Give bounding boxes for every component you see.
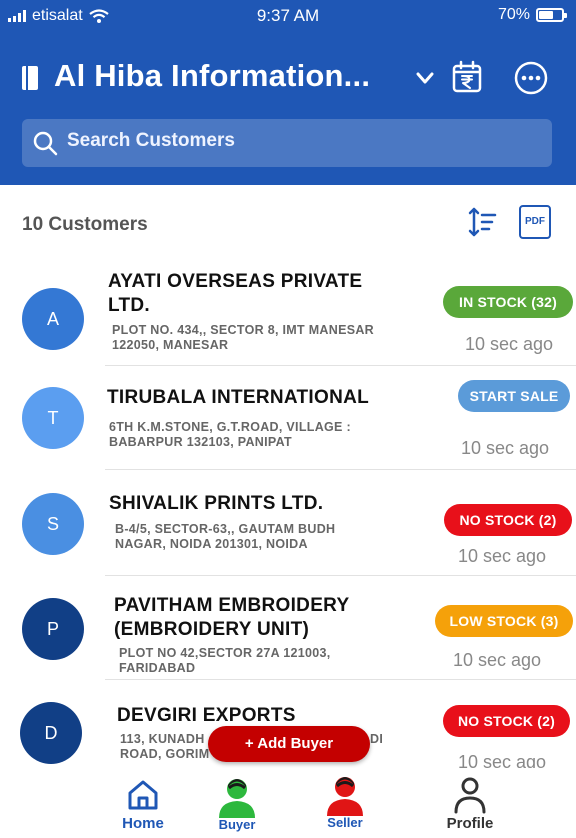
start-sale-badge[interactable]: START SALE — [458, 380, 570, 412]
stock-badge[interactable]: IN STOCK (32) — [443, 286, 573, 318]
add-buyer-button[interactable]: + Add Buyer — [208, 726, 370, 762]
timestamp: 10 sec ago — [461, 438, 550, 458]
stock-badge[interactable]: NO STOCK (2) — [443, 705, 570, 737]
avatar: A — [22, 288, 84, 350]
customer-count: 10 Customers — [22, 214, 148, 235]
book-icon — [22, 66, 38, 90]
nav-buyer-label: Buyer — [218, 817, 256, 832]
title-row: Al Hiba Information... — [0, 55, 576, 101]
avatar: P — [22, 598, 84, 660]
timestamp: 10 sec ago — [458, 546, 547, 566]
customer-address: 113, KUNADH ROAD, GORIM — [120, 732, 210, 761]
nav-home-label: Home — [122, 815, 164, 832]
profile-icon — [454, 777, 486, 814]
customer-address: B-4/5, SECTOR-63,, GAUTAM BUDH NAGAR, NO… — [115, 522, 336, 551]
search-placeholder: Search Customers — [67, 130, 235, 151]
nav-profile[interactable]: Profile — [440, 768, 500, 832]
customer-address-tail: DI — [370, 732, 384, 746]
seller-avatar-icon — [327, 777, 363, 816]
customer-address: PLOT NO. 434,, SECTOR 8, IMT MANESAR 122… — [112, 323, 374, 352]
nav-seller-label: Seller — [327, 815, 363, 830]
timestamp: 10 sec ago — [453, 650, 542, 670]
customer-name: SHIVALIK PRINTS LTD. — [109, 493, 324, 514]
chevron-down-icon[interactable] — [412, 65, 438, 91]
customer-count-row: 10 Customers PDF — [0, 200, 576, 244]
battery-icon — [536, 8, 567, 22]
customer-name: TIRUBALA INTERNATIONAL — [107, 387, 370, 408]
sort-icon[interactable] — [466, 206, 498, 238]
status-time: 9:37 AM — [256, 6, 320, 25]
customer-name: DEVGIRI EXPORTS — [117, 705, 296, 726]
status-right: 70% — [497, 6, 567, 24]
customer-name: AYATI OVERSEAS PRIVATE LTD. — [108, 271, 363, 316]
search-icon — [33, 131, 58, 156]
customer-row[interactable]: A AYATI OVERSEAS PRIVATE LTD. PLOT NO. 4… — [0, 264, 576, 366]
stock-badge[interactable]: NO STOCK (2) — [444, 504, 572, 536]
customer-address: PLOT NO 42,SECTOR 27A 121003, FARIDABAD — [119, 646, 331, 675]
app-header: etisalat 9:37 AM 70% Al Hiba Information… — [0, 0, 576, 185]
stock-badge[interactable]: LOW STOCK (3) — [435, 605, 573, 637]
nav-profile-label: Profile — [446, 815, 494, 832]
customer-row[interactable]: S SHIVALIK PRINTS LTD. B-4/5, SECTOR-63,… — [0, 470, 576, 576]
nav-seller[interactable]: Seller — [318, 768, 372, 830]
avatar: D — [20, 702, 82, 764]
nav-home[interactable]: Home — [112, 768, 174, 832]
customer-name: PAVITHAM EMBROIDERY (EMBROIDERY UNIT) — [114, 595, 350, 640]
avatar: T — [22, 387, 84, 449]
bottom-nav: Home Buyer Seller Profile — [0, 768, 576, 838]
customer-row[interactable]: P PAVITHAM EMBROIDERY (EMBROIDERY UNIT) … — [0, 576, 576, 680]
timestamp: 10 sec ago — [465, 334, 554, 354]
search-input[interactable]: Search Customers — [22, 119, 552, 167]
buyer-avatar-icon — [219, 779, 255, 818]
customer-row[interactable]: T TIRUBALA INTERNATIONAL 6TH K.M.STONE, … — [0, 366, 576, 470]
home-icon — [128, 780, 158, 810]
status-bar: etisalat 9:37 AM 70% — [0, 0, 576, 32]
more-icon[interactable] — [513, 60, 549, 96]
pdf-export-icon[interactable]: PDF — [519, 205, 551, 239]
rupee-calendar-icon[interactable] — [450, 60, 484, 94]
battery-percent: 70% — [497, 6, 530, 23]
nav-buyer[interactable]: Buyer — [210, 768, 264, 832]
page-title[interactable]: Al Hiba Information... — [54, 58, 370, 94]
customer-address: 6TH K.M.STONE, G.T.ROAD, VILLAGE : BABAR… — [109, 420, 351, 449]
avatar: S — [22, 493, 84, 555]
